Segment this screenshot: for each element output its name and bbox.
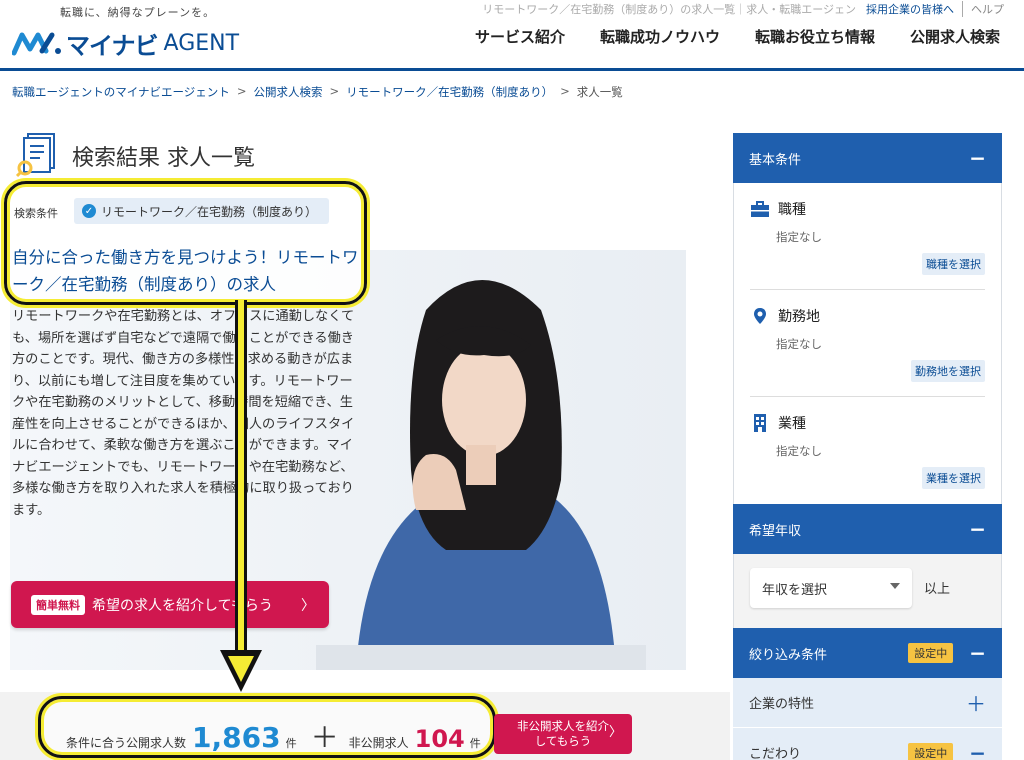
briefcase-icon	[751, 201, 769, 217]
check-icon: ✓	[82, 204, 96, 218]
count-unit: 件	[285, 737, 297, 750]
annotation-arrow-icon	[220, 300, 262, 692]
top-link-help[interactable]: ヘルプ	[971, 1, 1004, 17]
company-traits-row[interactable]: 企業の特性 ＋	[733, 678, 1002, 728]
count-unit: 件	[469, 737, 481, 750]
industry-title: 業種	[778, 416, 806, 432]
location-title: 勤務地	[778, 309, 820, 325]
woman-photo	[316, 280, 646, 670]
public-count-value: 1,863	[192, 721, 281, 754]
description-text: リモートワークや在宅勤務とは、オフィスに通勤しなくても、場所を選ばず自宅などで遠…	[12, 309, 355, 518]
occupation-title: 職種	[778, 202, 806, 218]
top-link-corporate[interactable]: 採用企業の皆様へ	[866, 1, 963, 17]
breadcrumb-home[interactable]: 転職エージェントのマイナビエージェント	[12, 84, 230, 100]
main-nav: サービス紹介 転職成功ノウハウ 転職お役立ち情報 公開求人検索	[475, 26, 1000, 47]
location-value: 指定なし	[776, 337, 822, 351]
breadcrumb-job-search[interactable]: 公開求人検索	[253, 84, 322, 100]
chevron-right-icon: 〉	[301, 598, 315, 614]
secret-job-button[interactable]: 非公開求人を紹介してもらう 〉	[494, 714, 632, 754]
collapse-icon[interactable]: −	[969, 517, 986, 541]
site-logo[interactable]: マイナビ AGENT	[12, 26, 239, 60]
secret-count-value: 104	[414, 725, 465, 753]
expand-icon[interactable]: ＋	[966, 688, 986, 717]
preferences-label: こだわり	[749, 747, 802, 760]
job-count: 条件に合う公開求人数 1,863 件 ＋ 非公開求人 104 件	[66, 716, 481, 756]
basic-conditions-title: 基本条件	[749, 152, 802, 168]
active-badge: 設定中	[908, 643, 954, 663]
breadcrumb-current: 求人一覧	[576, 85, 623, 99]
tagline: 転職に、納得なプレーンを。	[60, 6, 216, 19]
industry-filter: 業種 指定なし 業種を選択	[750, 397, 985, 504]
nav-job-search[interactable]: 公開求人検索	[910, 26, 1000, 47]
nav-service[interactable]: サービス紹介	[475, 26, 565, 47]
condition-tag-label: リモートワーク／在宅勤務（制度あり）	[101, 204, 318, 219]
select-industry-button[interactable]: 業種を選択	[922, 467, 985, 489]
page-title: 検索結果 求人一覧	[72, 146, 255, 171]
secret-count-label: 非公開求人	[348, 736, 409, 750]
occupation-filter: 職種 指定なし 職種を選択	[750, 183, 985, 290]
building-icon	[754, 414, 766, 432]
condition-tag[interactable]: ✓ リモートワーク／在宅勤務（制度あり）	[74, 198, 330, 224]
industry-value: 指定なし	[776, 444, 822, 458]
condition-label: 検索条件	[14, 207, 58, 220]
salary-suffix: 以上	[924, 582, 951, 597]
chevron-right-icon: 〉	[608, 725, 622, 740]
location-filter: 勤務地 指定なし 勤務地を選択	[750, 290, 985, 397]
public-count-label: 条件に合う公開求人数	[66, 736, 187, 750]
salary-select[interactable]: 年収を選択	[750, 568, 912, 608]
condition-heading: 自分に合った働き方を見つけよう！リモートワーク／在宅勤務（制度あり）の求人	[12, 248, 359, 294]
logo-text: マイナビ	[66, 31, 159, 60]
map-pin-icon	[754, 308, 766, 324]
site-header: 転職に、納得なプレーンを。 マイナビ AGENT リモートワーク／在宅勤務（制度…	[0, 0, 1024, 71]
top-links: リモートワーク／在宅勤務（制度あり）の求人一覧｜求人・転職エージェン 採用企業の…	[482, 0, 1004, 18]
breadcrumb-separator: >	[560, 84, 570, 98]
top-link-page-title: リモートワーク／在宅勤務（制度あり）の求人一覧｜求人・転職エージェン	[482, 3, 856, 16]
header-divider	[0, 68, 1024, 71]
company-traits-label: 企業の特性	[749, 697, 815, 712]
salary-panel: 年収を選択 以上	[733, 554, 1002, 628]
plus-icon: ＋	[310, 721, 339, 754]
collapse-icon[interactable]: −	[969, 641, 986, 665]
salary-title: 希望年収	[749, 523, 802, 539]
occupation-value: 指定なし	[776, 230, 822, 244]
caret-down-icon	[890, 583, 900, 589]
logo-agent-text: AGENT	[163, 30, 240, 56]
preferences-row[interactable]: こだわり 設定中 −	[733, 728, 1002, 760]
nav-knowhow[interactable]: 転職成功ノウハウ	[600, 26, 720, 47]
breadcrumb: 転職エージェントのマイナビエージェント > 公開求人検索 > リモートワーク／在…	[12, 84, 623, 100]
introduce-job-button[interactable]: 簡単無料 希望の求人を紹介してもらう 〉	[11, 581, 329, 628]
collapse-icon[interactable]: −	[969, 741, 986, 760]
basic-conditions-header[interactable]: 基本条件 −	[733, 133, 1002, 183]
filter-header[interactable]: 絞り込み条件 設定中 −	[733, 628, 1002, 678]
collapse-icon[interactable]: −	[969, 146, 986, 170]
select-occupation-button[interactable]: 職種を選択	[922, 253, 985, 275]
breadcrumb-separator: >	[329, 84, 340, 98]
active-badge: 設定中	[908, 742, 954, 760]
basic-conditions-panel: 職種 指定なし 職種を選択 勤務地 指定なし 勤務地を選択 業種 指定なし 業種…	[733, 183, 1002, 504]
logo-mark-icon	[12, 32, 61, 56]
salary-header[interactable]: 希望年収 −	[733, 504, 1002, 554]
document-search-icon	[16, 133, 55, 178]
breadcrumb-remote[interactable]: リモートワーク／在宅勤務（制度あり）	[346, 84, 553, 100]
nav-info[interactable]: 転職お役立ち情報	[755, 26, 875, 47]
free-badge: 簡単無料	[31, 594, 85, 615]
select-location-button[interactable]: 勤務地を選択	[911, 360, 985, 382]
secret-job-button-label: 非公開求人を紹介してもらう	[517, 719, 609, 748]
filter-sidebar: 基本条件 − 職種 指定なし 職種を選択 勤務地 指定なし 勤務地を選択 業種 …	[733, 133, 1002, 760]
salary-select-value: 年収を選択	[762, 582, 828, 598]
filter-title: 絞り込み条件	[749, 647, 828, 663]
breadcrumb-separator: >	[236, 84, 247, 98]
